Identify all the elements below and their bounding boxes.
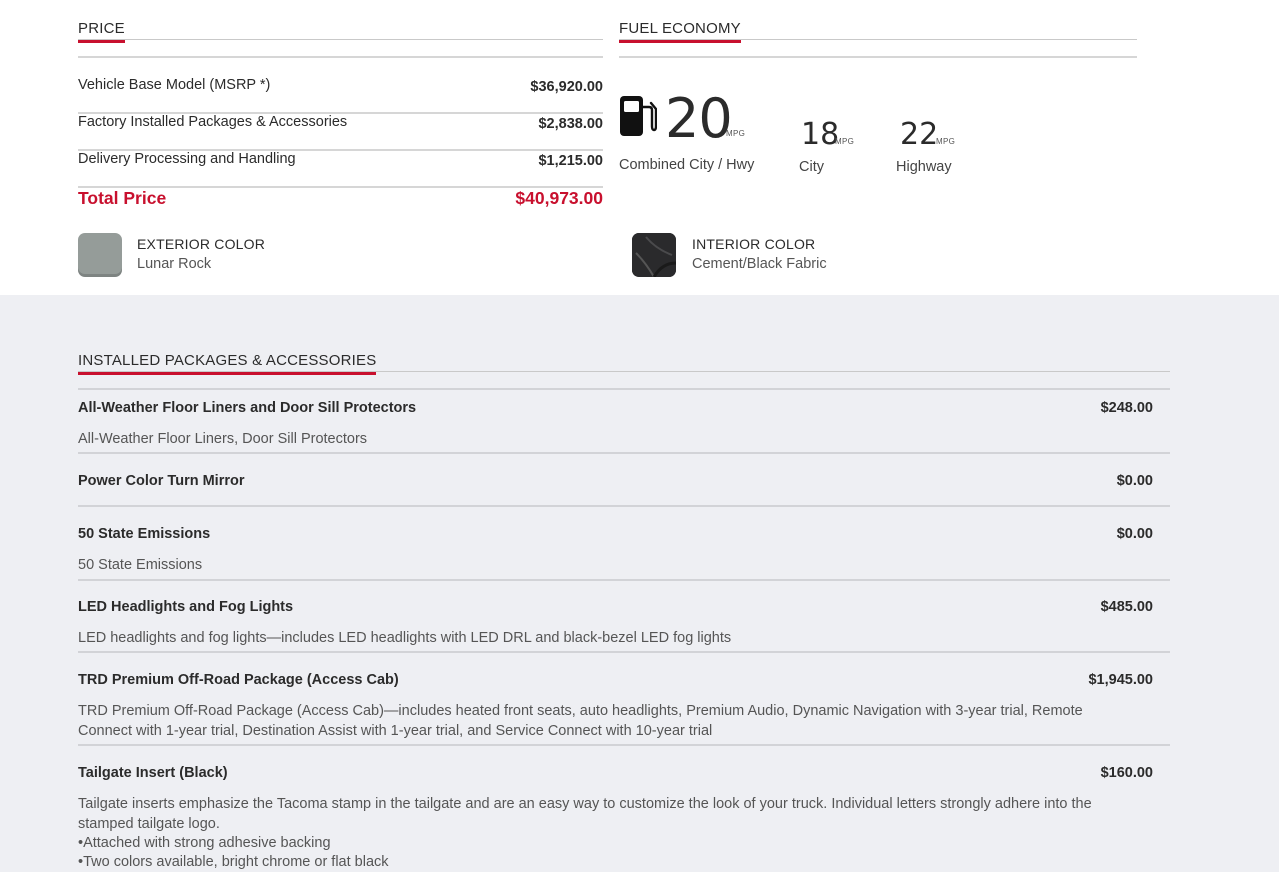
divider xyxy=(78,651,1170,653)
interior-color-swatch xyxy=(632,233,676,277)
package-description: TRD Premium Off-Road Package (Access Cab… xyxy=(78,703,1083,739)
package-name: 50 State Emissions xyxy=(78,526,211,542)
price-row-value: $36,920.00 xyxy=(530,79,603,95)
package-name: Tailgate Insert (Black) xyxy=(78,765,228,781)
highway-mpg-unit: MPG xyxy=(936,137,956,146)
divider xyxy=(78,579,1170,581)
summary-panel: PRICE Vehicle Base Model (MSRP *) $36,92… xyxy=(0,0,1279,295)
packages-panel: INSTALLED PACKAGES & ACCESSORIES All-Wea… xyxy=(0,295,1279,872)
divider xyxy=(78,56,603,58)
package-price: $1,945.00 xyxy=(1088,672,1153,688)
city-mpg-unit: MPG xyxy=(835,137,855,146)
interior-color-title: INTERIOR COLOR xyxy=(692,236,816,252)
package-bullet: •Two colors available, bright chrome or … xyxy=(78,854,389,870)
price-row-value: $2,838.00 xyxy=(538,116,603,132)
package-price: $0.00 xyxy=(1116,526,1153,542)
price-heading-rule xyxy=(78,39,603,40)
exterior-color-value: Lunar Rock xyxy=(137,256,212,272)
divider xyxy=(78,452,1170,454)
price-row-total: Total Price $40,973.00 xyxy=(78,188,603,225)
price-row-packages: Factory Installed Packages & Accessories… xyxy=(78,114,603,151)
combined-mpg-unit: MPG xyxy=(726,129,746,138)
combined-mpg-label: Combined City / Hwy xyxy=(619,157,755,173)
price-row-value: $1,215.00 xyxy=(538,153,603,169)
fuel-heading-rule xyxy=(619,39,1137,40)
package-price: $248.00 xyxy=(1100,400,1153,416)
exterior-color-title: EXTERIOR COLOR xyxy=(137,236,266,252)
divider xyxy=(619,56,1137,58)
divider xyxy=(78,744,1170,746)
divider xyxy=(78,505,1170,507)
package-bullet: •Attached with strong adhesive backing xyxy=(78,835,331,851)
packages-heading-rule xyxy=(78,371,1170,372)
fuel-pump-icon xyxy=(620,96,657,136)
total-price-value: $40,973.00 xyxy=(515,188,603,208)
package-name: LED Headlights and Fog Lights xyxy=(78,599,294,615)
city-mpg-value: 18 xyxy=(801,117,840,152)
exterior-color-swatch xyxy=(78,233,122,277)
divider xyxy=(78,388,1170,390)
price-row-label: Vehicle Base Model (MSRP *) xyxy=(78,77,271,93)
package-price: $160.00 xyxy=(1100,765,1153,781)
package-name: All-Weather Floor Liners and Door Sill P… xyxy=(78,400,417,416)
package-name: Power Color Turn Mirror xyxy=(78,473,245,489)
price-row-base-model: Vehicle Base Model (MSRP *) $36,920.00 xyxy=(78,77,603,114)
package-price: $0.00 xyxy=(1116,473,1153,489)
package-description: Tailgate inserts emphasize the Tacoma st… xyxy=(78,796,1092,832)
city-mpg-label: City xyxy=(799,159,824,175)
package-description: All-Weather Floor Liners, Door Sill Prot… xyxy=(78,431,368,447)
price-row-delivery: Delivery Processing and Handling $1,215.… xyxy=(78,151,603,188)
package-name: TRD Premium Off-Road Package (Access Cab… xyxy=(78,672,399,688)
highway-mpg-value: 22 xyxy=(900,117,939,152)
highway-mpg-label: Highway xyxy=(896,159,952,175)
package-price: $485.00 xyxy=(1100,599,1153,615)
price-row-label: Delivery Processing and Handling xyxy=(78,151,296,167)
combined-mpg-value: 20 xyxy=(665,87,733,150)
interior-color-value: Cement/Black Fabric xyxy=(692,256,827,272)
package-description: 50 State Emissions xyxy=(78,557,203,573)
total-price-label: Total Price xyxy=(78,188,167,208)
price-row-label: Factory Installed Packages & Accessories xyxy=(78,114,348,130)
package-description: LED headlights and fog lights—includes L… xyxy=(78,630,732,646)
